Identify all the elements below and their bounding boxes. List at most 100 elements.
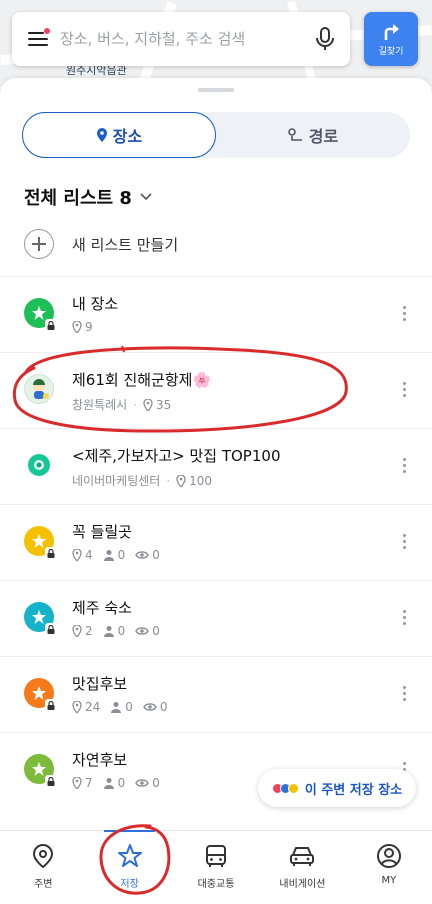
list-item[interactable]: 제주 숙소 2 0 0 bbox=[0, 580, 432, 656]
nav-transit[interactable]: 대중교통 bbox=[173, 831, 259, 904]
more-options-icon[interactable] bbox=[398, 303, 410, 327]
meta-separator: · bbox=[166, 473, 171, 488]
route-icon bbox=[287, 128, 302, 141]
tab-route[interactable]: 경로 bbox=[216, 112, 410, 158]
nav-nearby-label: 주변 bbox=[34, 879, 53, 890]
place-count: 2 bbox=[85, 624, 93, 638]
place-count-icon bbox=[176, 474, 186, 487]
more-options-icon[interactable] bbox=[398, 607, 410, 631]
person-icon bbox=[103, 778, 114, 789]
nav-my[interactable]: MY bbox=[346, 831, 432, 904]
list-item[interactable]: 내 장소 9 bbox=[0, 276, 432, 352]
place-count-icon bbox=[72, 701, 82, 713]
nav-my-label: MY bbox=[381, 875, 397, 886]
search-input[interactable] bbox=[60, 30, 310, 48]
nearby-label: 이 주변 저장 장소 bbox=[304, 782, 403, 798]
nearby-saved-places-button[interactable]: 이 주변 저장 장소 bbox=[258, 769, 416, 807]
place-count: 9 bbox=[85, 320, 93, 334]
list-owner: 창원특례시 bbox=[72, 398, 128, 412]
profile-icon bbox=[376, 844, 401, 868]
person-icon bbox=[103, 626, 114, 637]
view-count: 0 bbox=[152, 776, 160, 790]
follower-count: 0 bbox=[117, 624, 126, 638]
place-count: 4 bbox=[85, 548, 93, 562]
list-title: 제61회 진해군항제🌸 bbox=[72, 371, 212, 389]
list-title: 자연후보 bbox=[72, 751, 128, 769]
tab-place-label: 장소 bbox=[112, 127, 143, 146]
more-options-icon[interactable] bbox=[398, 379, 410, 403]
list-owner: 네이버마케팅센터 bbox=[72, 474, 161, 488]
tab-place[interactable]: 장소 bbox=[22, 112, 216, 158]
lock-icon bbox=[45, 699, 57, 711]
car-icon bbox=[290, 847, 315, 866]
directions-button[interactable]: 길찾기 bbox=[364, 12, 418, 66]
list-header-title: 전체 리스트 8 bbox=[24, 188, 132, 209]
new-list-button[interactable]: 새 리스트 만들기 bbox=[24, 229, 178, 259]
sheet-drag-handle[interactable] bbox=[198, 88, 234, 92]
star-icon bbox=[24, 526, 57, 559]
eye-icon bbox=[135, 551, 150, 559]
star-outline-icon bbox=[117, 844, 142, 867]
directions-label: 길찾기 bbox=[378, 46, 404, 57]
place-count: 100 bbox=[189, 473, 213, 488]
place-count-icon bbox=[72, 625, 82, 637]
lock-icon bbox=[45, 547, 57, 559]
turn-arrow-icon bbox=[384, 23, 399, 40]
naver-list-icon bbox=[24, 450, 54, 480]
follower-count: 0 bbox=[125, 700, 133, 714]
nav-transit-label: 대중교통 bbox=[197, 879, 235, 890]
view-count: 0 bbox=[159, 700, 168, 714]
place-count: 24 bbox=[85, 700, 101, 714]
mic-icon[interactable] bbox=[314, 26, 336, 52]
list-title: 꼭 들릴곳 bbox=[72, 523, 132, 541]
chevron-down-icon bbox=[140, 193, 152, 201]
new-list-label: 새 리스트 만들기 bbox=[72, 235, 179, 254]
notification-dot bbox=[44, 28, 50, 34]
more-options-icon[interactable] bbox=[398, 531, 410, 555]
more-options-icon[interactable] bbox=[398, 455, 410, 479]
eye-icon bbox=[135, 779, 150, 787]
follower-count: 0 bbox=[117, 548, 126, 562]
bus-icon bbox=[206, 845, 227, 867]
meta-separator: · bbox=[133, 397, 138, 412]
nav-nearby[interactable]: 주변 bbox=[0, 831, 86, 904]
star-icon bbox=[24, 678, 57, 711]
festival-avatar-icon bbox=[24, 374, 54, 404]
place-count-icon bbox=[143, 398, 153, 411]
bottom-nav: 주변 저장 대중교통 내비게이션 MY bbox=[0, 830, 432, 904]
eye-icon bbox=[135, 627, 150, 635]
person-icon bbox=[103, 550, 114, 561]
place-count: 35 bbox=[156, 397, 172, 412]
nav-navigation-label: 내비게이션 bbox=[279, 879, 326, 890]
list-item[interactable]: <제주,가보자고> 맛집 TOP100 네이버마케팅센터 · 100 bbox=[0, 428, 432, 504]
list-item[interactable]: 제61회 진해군항제🌸 창원특례시 · 35 bbox=[0, 352, 432, 428]
search-bar[interactable] bbox=[12, 12, 350, 66]
place-count-icon bbox=[72, 321, 82, 333]
nav-saved-label: 저장 bbox=[120, 879, 139, 890]
list-title: 제주 숙소 bbox=[72, 599, 132, 617]
follower-count: 0 bbox=[117, 776, 126, 790]
tab-route-label: 경로 bbox=[308, 127, 339, 146]
star-icon bbox=[24, 298, 57, 331]
nav-saved[interactable]: 저장 bbox=[86, 830, 172, 904]
menu-icon[interactable] bbox=[28, 28, 50, 48]
plus-icon bbox=[24, 229, 54, 259]
list-item[interactable]: 꼭 들릴곳 4 0 0 bbox=[0, 504, 432, 580]
saved-sheet: 장소 경로 전체 리스트 8 새 리스트 만들기 내 장소 9 제61회 진해군… bbox=[0, 78, 432, 830]
segment-control: 장소 경로 bbox=[22, 112, 410, 158]
list-item[interactable]: 맛집후보 24 0 0 bbox=[0, 656, 432, 732]
place-count-icon bbox=[72, 549, 82, 561]
list-filter-dropdown[interactable]: 전체 리스트 8 bbox=[24, 184, 152, 210]
list-title: 맛집후보 bbox=[72, 675, 128, 693]
place-count-icon bbox=[72, 777, 82, 789]
lock-icon bbox=[45, 623, 57, 635]
list-title: 내 장소 bbox=[72, 295, 119, 313]
lock-icon bbox=[45, 319, 57, 331]
saved-dots-icon bbox=[271, 782, 299, 794]
nav-navigation[interactable]: 내비게이션 bbox=[259, 831, 345, 904]
person-icon bbox=[111, 702, 122, 713]
star-icon bbox=[24, 754, 57, 787]
more-options-icon[interactable] bbox=[398, 683, 410, 707]
lock-icon bbox=[45, 775, 57, 787]
location-pin-icon bbox=[33, 843, 54, 869]
